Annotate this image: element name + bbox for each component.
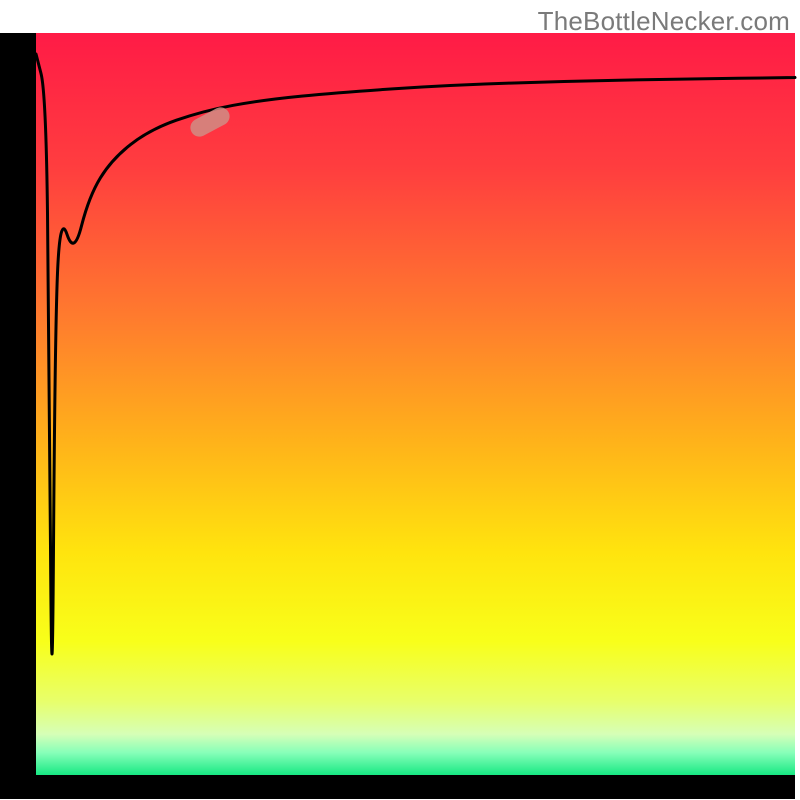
chart-svg: [0, 0, 800, 800]
y-axis: [0, 33, 36, 799]
plot-gradient-background: [36, 33, 795, 775]
x-axis: [0, 775, 795, 799]
chart-frame: TheBottleNecker.com: [0, 0, 800, 800]
